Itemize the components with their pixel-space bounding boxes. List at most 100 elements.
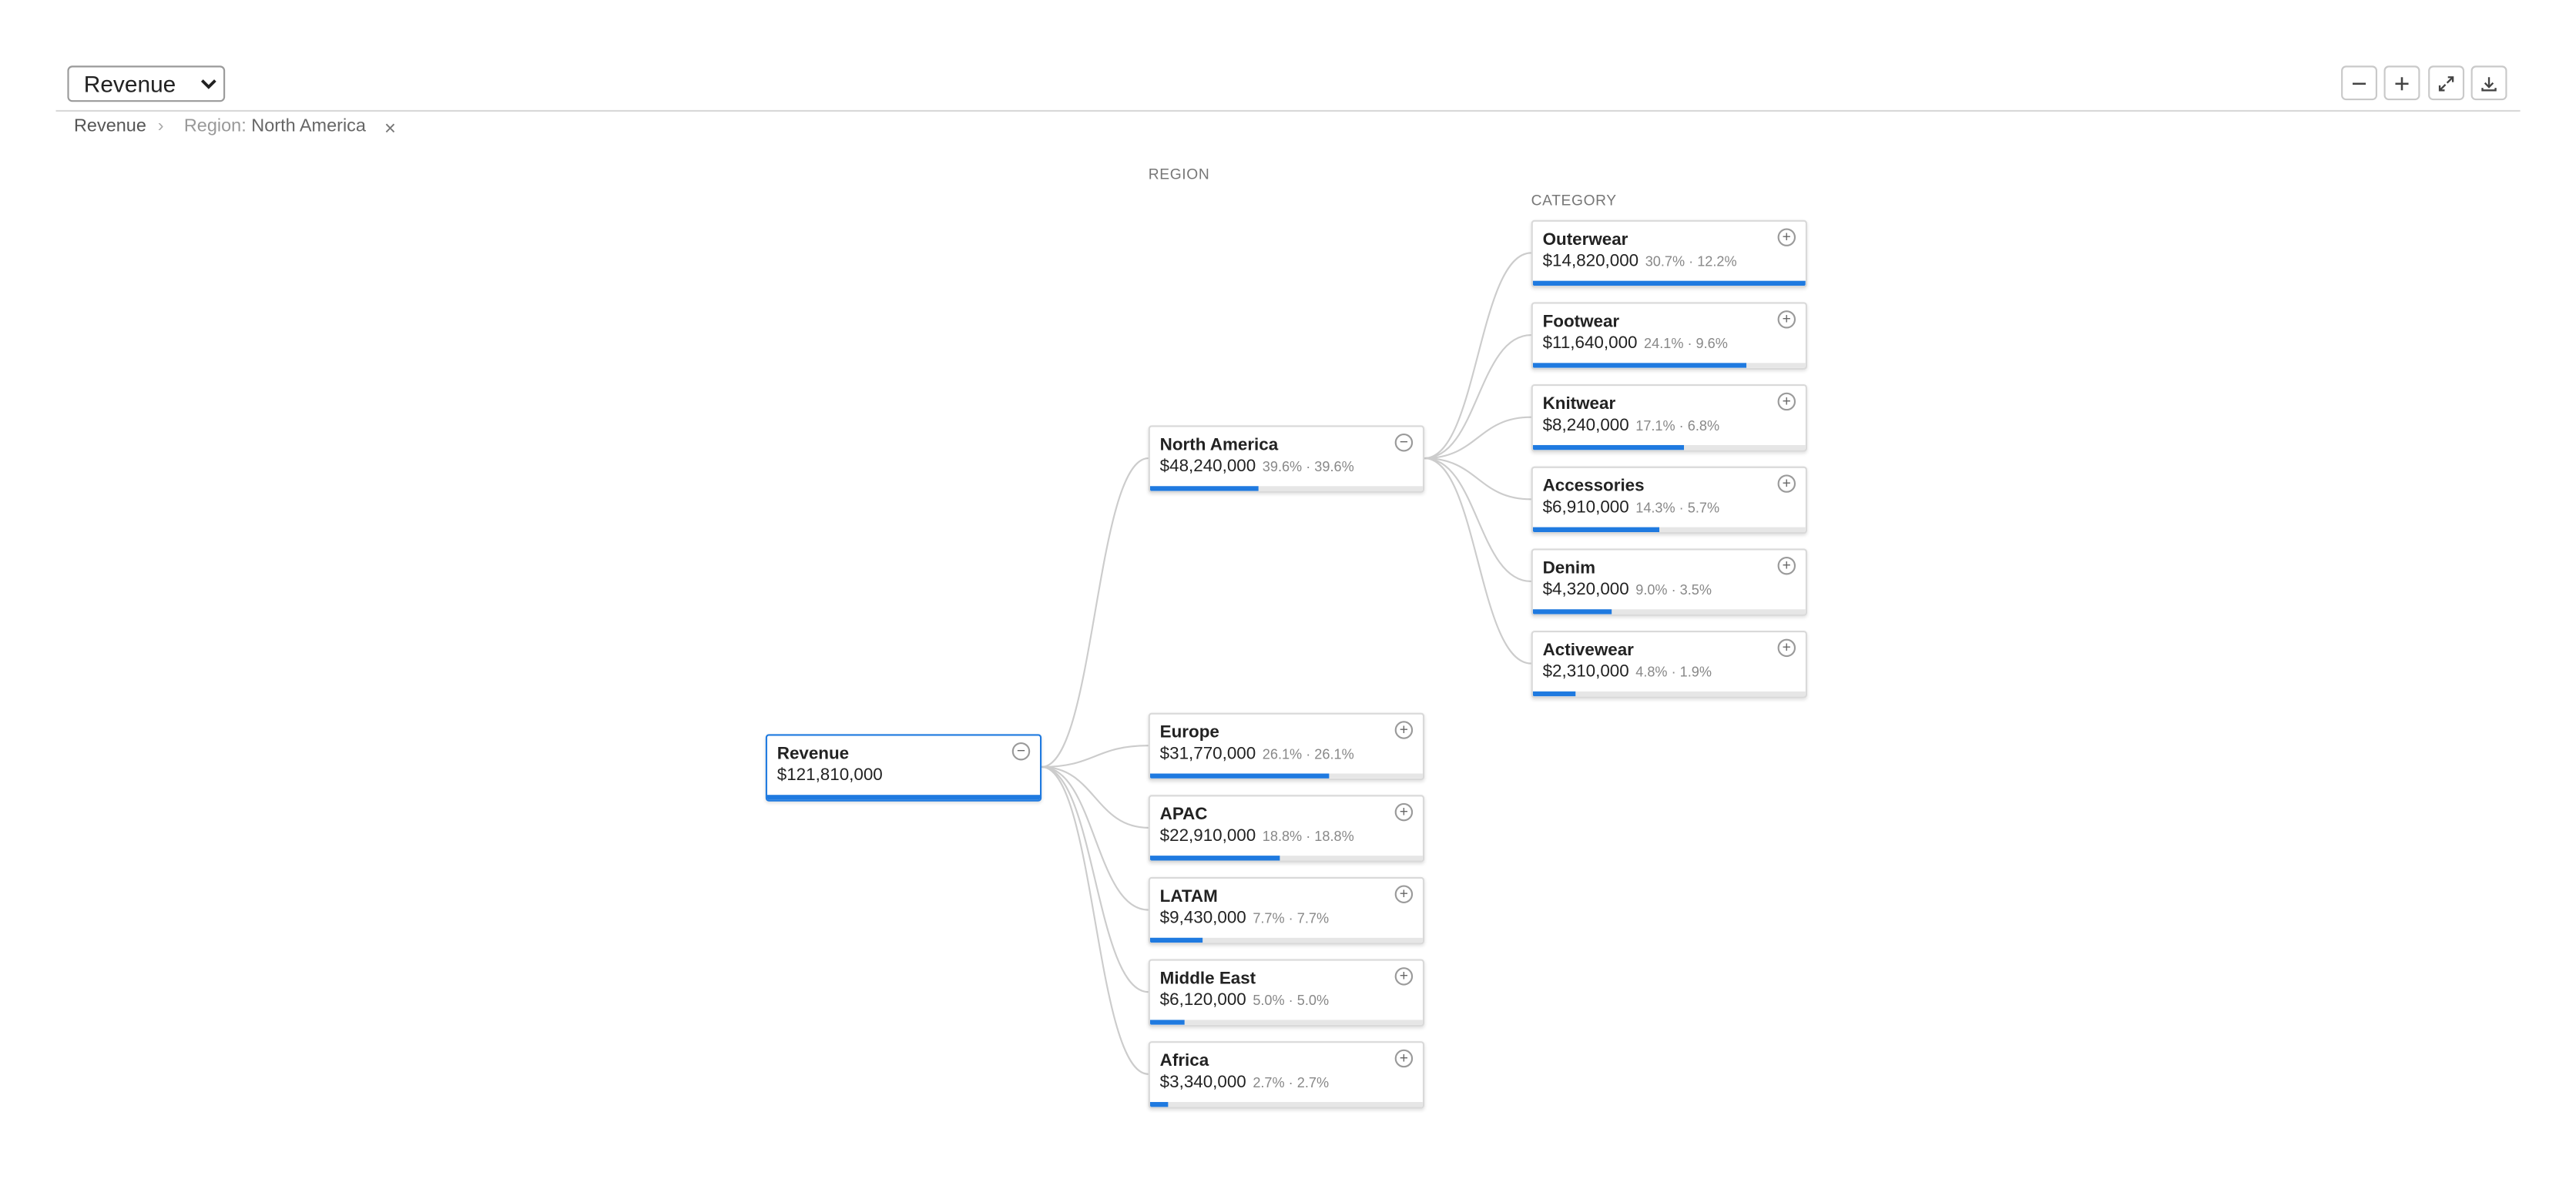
expand-node-icon[interactable]: + — [1394, 885, 1414, 903]
node-revenue-root[interactable]: Revenue $121,810,000 − — [765, 734, 1042, 802]
node-category[interactable]: Knitwear $8,240,000 17.1% · 6.8% + — [1531, 384, 1807, 452]
share-bar-fill — [1532, 609, 1613, 615]
node-percent: 7.7% · 7.7% — [1253, 909, 1330, 926]
share-bar-fill — [766, 795, 1040, 800]
node-value: $2,310,000 4.8% · 1.9% — [1543, 661, 1712, 682]
node-value: $3,340,000 2.7% · 2.7% — [1160, 1073, 1329, 1093]
node-region[interactable]: LATAM $9,430,000 7.7% · 7.7% + — [1148, 876, 1425, 945]
node-name: Denim — [1542, 558, 1596, 578]
share-bar-fill — [1149, 1102, 1169, 1107]
node-percent: 17.1% · 6.8% — [1635, 417, 1720, 434]
share-bar-fill — [1149, 856, 1280, 861]
node-percent: 30.7% · 12.2% — [1645, 253, 1737, 270]
node-name: LATAM — [1159, 886, 1218, 907]
node-amount: $9,430,000 — [1159, 908, 1246, 928]
node-name: North America — [1159, 435, 1279, 455]
share-bar-fill — [1149, 773, 1330, 779]
node-amount: $8,240,000 — [1542, 415, 1629, 436]
node-category[interactable]: Footwear $11,640,000 24.1% · 9.6% + — [1531, 302, 1807, 370]
share-bar-track — [1532, 363, 1806, 368]
share-bar-fill — [1532, 444, 1685, 450]
node-value: $14,820,000 30.7% · 12.2% — [1543, 251, 1737, 271]
share-bar-track — [1149, 773, 1423, 779]
node-name: Europe — [1159, 722, 1219, 742]
node-amount: $2,310,000 — [1542, 661, 1629, 682]
node-value: $4,320,000 9.0% · 3.5% — [1543, 580, 1712, 600]
node-amount: $6,910,000 — [1542, 497, 1629, 517]
tree-link — [1041, 765, 1149, 993]
node-percent: 9.0% · 3.5% — [1635, 581, 1712, 598]
node-amount: $31,770,000 — [1159, 744, 1256, 764]
node-percent: 14.3% · 5.7% — [1635, 499, 1720, 516]
node-name: Outerwear — [1542, 229, 1628, 250]
share-bar-track — [1149, 486, 1423, 491]
node-amount: $6,120,000 — [1159, 990, 1246, 1010]
share-bar-track — [1149, 1020, 1423, 1025]
node-name: Activewear — [1542, 640, 1634, 661]
share-bar-fill — [1532, 527, 1660, 532]
node-value: $6,910,000 14.3% · 5.7% — [1543, 497, 1719, 517]
share-bar-track — [1532, 444, 1806, 450]
expand-node-icon[interactable]: + — [1394, 721, 1414, 739]
node-value: $9,430,000 7.7% · 7.7% — [1160, 908, 1329, 928]
node-percent: 2.7% · 2.7% — [1253, 1073, 1330, 1091]
share-bar-track — [1149, 937, 1423, 943]
share-bar-track — [1532, 691, 1806, 697]
decomposition-tree-canvas: Revenue Revenue › Region: North America … — [0, 0, 2576, 1189]
share-bar-track — [1149, 1102, 1423, 1107]
node-percent: 4.8% · 1.9% — [1635, 663, 1712, 680]
node-amount: $11,640,000 — [1542, 333, 1638, 353]
share-bar-track — [1149, 856, 1423, 861]
node-region[interactable]: North America $48,240,000 39.6% · 39.6% − — [1148, 425, 1425, 493]
tree-link — [1041, 765, 1149, 829]
expand-node-icon[interactable]: + — [1777, 474, 1796, 493]
node-name: Accessories — [1542, 476, 1645, 497]
node-percent: 5.0% · 5.0% — [1253, 992, 1330, 1009]
collapse-icon[interactable]: − — [1011, 742, 1031, 761]
node-region[interactable]: Europe $31,770,000 26.1% · 26.1% + — [1148, 712, 1425, 781]
collapse-icon[interactable]: − — [1394, 434, 1414, 452]
node-name: Revenue — [776, 744, 850, 764]
share-bar-fill — [1149, 937, 1203, 943]
node-percent: 18.8% · 18.8% — [1262, 827, 1354, 845]
expand-node-icon[interactable]: + — [1394, 967, 1414, 986]
tree-link — [1424, 252, 1531, 460]
node-region[interactable]: Middle East $6,120,000 5.0% · 5.0% + — [1148, 959, 1425, 1027]
share-bar-fill — [1149, 1020, 1185, 1025]
node-category[interactable]: Activewear $2,310,000 4.8% · 1.9% + — [1531, 630, 1807, 698]
node-name: Middle East — [1159, 969, 1256, 989]
node-value: $48,240,000 39.6% · 39.6% — [1160, 457, 1354, 477]
expand-node-icon[interactable]: + — [1777, 228, 1796, 246]
node-amount: $14,820,000 — [1542, 251, 1639, 271]
node-percent: 39.6% · 39.6% — [1262, 458, 1354, 475]
share-bar-fill — [1532, 363, 1747, 368]
node-amount: $4,320,000 — [1542, 579, 1629, 600]
expand-node-icon[interactable]: + — [1777, 638, 1796, 658]
node-region[interactable]: APAC $22,910,000 18.8% · 18.8% + — [1148, 795, 1425, 862]
node-name: Africa — [1159, 1050, 1209, 1071]
expand-node-icon[interactable]: + — [1394, 802, 1414, 822]
node-category[interactable]: Denim $4,320,000 9.0% · 3.5% + — [1531, 548, 1807, 616]
share-bar-fill — [1149, 486, 1259, 491]
node-amount: $22,910,000 — [1159, 826, 1256, 846]
node-amount: $121,810,000 — [776, 765, 883, 785]
node-name: Knitwear — [1542, 394, 1616, 414]
expand-node-icon[interactable]: + — [1394, 1049, 1414, 1068]
expand-node-icon[interactable]: + — [1777, 310, 1796, 329]
node-percent: 24.1% · 9.6% — [1644, 335, 1728, 352]
share-bar-track — [1532, 280, 1806, 286]
node-value: $8,240,000 17.1% · 6.8% — [1543, 416, 1719, 436]
node-percent: 26.1% · 26.1% — [1262, 745, 1354, 762]
node-amount: $48,240,000 — [1159, 456, 1256, 477]
node-value: $11,640,000 24.1% · 9.6% — [1543, 333, 1728, 353]
node-category[interactable]: Accessories $6,910,000 14.3% · 5.7% + — [1531, 466, 1807, 534]
node-value: $31,770,000 26.1% · 26.1% — [1160, 744, 1354, 764]
node-value: $22,910,000 18.8% · 18.8% — [1160, 826, 1354, 846]
node-region[interactable]: Africa $3,340,000 2.7% · 2.7% + — [1148, 1041, 1425, 1109]
expand-node-icon[interactable]: + — [1777, 556, 1796, 575]
share-bar-track — [1532, 527, 1806, 532]
share-bar-fill — [1532, 280, 1806, 286]
node-category[interactable]: Outerwear $14,820,000 30.7% · 12.2% + — [1531, 219, 1807, 288]
expand-node-icon[interactable]: + — [1777, 392, 1796, 411]
tree-link — [1041, 765, 1149, 911]
